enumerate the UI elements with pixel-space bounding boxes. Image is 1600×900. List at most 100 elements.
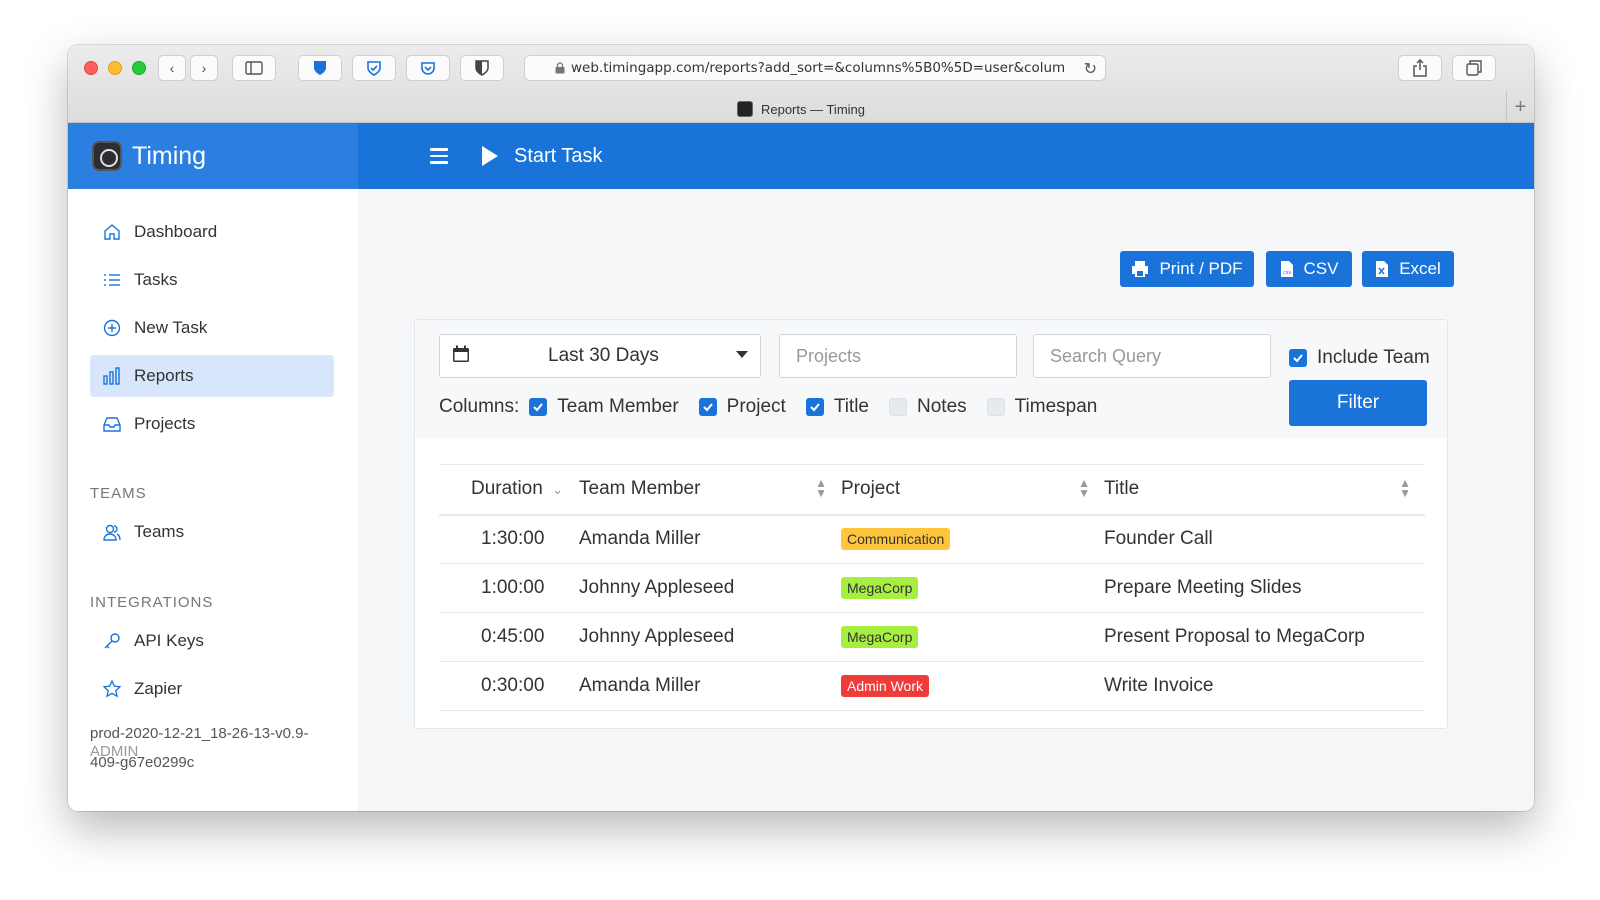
search-query-field[interactable] bbox=[1033, 334, 1271, 378]
column-header-title[interactable]: Title ▲ ▼ bbox=[1104, 464, 1425, 516]
table-row[interactable]: 1:00:00 Johnny Appleseed MegaCorp Prepare M… bbox=[439, 563, 1425, 613]
column-header-project[interactable]: Project ▲ ▼ bbox=[841, 464, 1104, 516]
address-bar[interactable]: web.timingapp.com/reports?add_sort=&colu… bbox=[524, 55, 1106, 81]
checkbox-checked-icon bbox=[698, 398, 717, 416]
report-table: Duration ⌄ Team Member ▲▼ Project ▲▼ T bbox=[439, 464, 1425, 711]
project-badge[interactable]: MegaCorp bbox=[841, 577, 919, 599]
back-button[interactable]: ‹ bbox=[158, 55, 186, 81]
brand[interactable]: Timing bbox=[68, 123, 358, 189]
date-range-select[interactable]: Last 30 Days bbox=[439, 334, 761, 378]
sidebar-toggle-button[interactable] bbox=[232, 55, 276, 81]
date-range-value: Last 30 Days bbox=[548, 345, 659, 366]
column-team-member-checkbox[interactable]: Team Member bbox=[529, 396, 679, 418]
start-task-button[interactable]: Start Task bbox=[482, 123, 603, 189]
filter-form: Last 30 Days Include Team Filter Co bbox=[415, 320, 1447, 438]
print-pdf-button[interactable]: Print / PDF bbox=[1120, 251, 1254, 287]
title-cell: Present Proposal to MegaCorp bbox=[1104, 612, 1425, 662]
checkbox-unchecked-icon bbox=[986, 398, 1005, 416]
report-panel: Last 30 Days Include Team Filter Co bbox=[414, 319, 1448, 729]
lock-icon bbox=[555, 62, 565, 74]
checkbox-unchecked-icon bbox=[889, 398, 908, 416]
star-icon bbox=[102, 679, 122, 699]
sidebar-item-label: Projects bbox=[134, 414, 196, 433]
project-badge[interactable]: Admin Work bbox=[841, 675, 929, 697]
column-notes-checkbox[interactable]: Notes bbox=[889, 396, 967, 418]
hamburger-icon bbox=[430, 148, 448, 151]
browser-window: ‹ › web.timingapp.com/reports?add_sort=&… bbox=[68, 45, 1534, 811]
column-option-label: Team Member bbox=[557, 396, 679, 417]
team-member-cell: Johnny Appleseed bbox=[579, 612, 841, 662]
checkbox-checked-icon bbox=[805, 398, 824, 416]
include-team-checkbox[interactable]: Include Team bbox=[1289, 347, 1430, 369]
tab-title: Reports — Timing bbox=[760, 101, 866, 117]
share-icon bbox=[1413, 59, 1427, 77]
column-header-duration[interactable]: Duration ⌄ bbox=[439, 464, 579, 516]
sort-icon: ▲ ▼ bbox=[1078, 476, 1090, 501]
chevron-left-icon: ‹ bbox=[169, 60, 175, 76]
main-content: Print / PDF csv CSV Excel Last 30 Days P… bbox=[358, 189, 1534, 811]
key-icon bbox=[102, 631, 122, 651]
privacy-extension-button[interactable] bbox=[460, 55, 504, 81]
forward-button[interactable]: › bbox=[190, 55, 218, 81]
reload-icon[interactable]: ↻ bbox=[1084, 59, 1097, 79]
plus-circle-icon bbox=[102, 318, 122, 338]
sidebar-icon bbox=[245, 61, 263, 75]
pocket-icon bbox=[421, 62, 435, 75]
checkbox-checked-icon bbox=[529, 398, 548, 416]
tab-overview-button[interactable] bbox=[1452, 55, 1496, 81]
share-button[interactable] bbox=[1398, 55, 1442, 81]
sidebar-item-new-task[interactable]: New Task bbox=[90, 307, 334, 349]
projects-field[interactable] bbox=[779, 334, 1017, 378]
home-icon bbox=[102, 222, 122, 242]
project-cell: Communication bbox=[841, 514, 1104, 564]
table-row[interactable]: 0:30:00 Amanda Miller Admin Work Write Invo… bbox=[439, 661, 1425, 711]
sidebar-item-projects[interactable]: Projects bbox=[90, 403, 334, 445]
column-option-label: Notes bbox=[917, 396, 967, 417]
project-cell: MegaCorp bbox=[841, 612, 1104, 662]
close-window-button[interactable] bbox=[84, 61, 98, 75]
sidebar-item-zapier[interactable]: Zapier bbox=[90, 668, 334, 710]
column-header-team-member[interactable]: Team Member ▲ ▼ bbox=[579, 464, 841, 516]
url-text: web.timingapp.com/reports?add_sort=&colu… bbox=[571, 60, 1066, 76]
table-header-row: Duration ⌄ Team Member ▲▼ Project ▲▼ T bbox=[439, 464, 1425, 516]
app-header: Timing Start Task bbox=[68, 123, 1534, 189]
active-tab[interactable]: Reports — Timing bbox=[68, 96, 1534, 122]
column-option-label: Title bbox=[833, 396, 870, 417]
column-timespan-checkbox[interactable]: Timespan bbox=[986, 396, 1097, 418]
title-cell: Founder Call bbox=[1104, 514, 1425, 564]
browser-toolbar: ‹ › web.timingapp.com/reports?add_sort=&… bbox=[68, 45, 1534, 123]
table-row[interactable]: 0:45:00 Johnny Appleseed MegaCorp Present P… bbox=[439, 612, 1425, 662]
project-cell: Admin Work bbox=[841, 661, 1104, 711]
sidebar-item-tasks[interactable]: Tasks bbox=[90, 259, 334, 301]
sidebar-item-teams[interactable]: Teams bbox=[90, 511, 334, 553]
sidebar-item-reports[interactable]: Reports bbox=[90, 355, 334, 397]
sidebar-item-label: Zapier bbox=[134, 679, 183, 698]
project-badge[interactable]: Communication bbox=[841, 528, 951, 551]
pocket-extension-button[interactable] bbox=[406, 55, 450, 81]
filter-button[interactable]: Filter bbox=[1289, 380, 1427, 426]
svg-text:csv: csv bbox=[1283, 270, 1291, 276]
column-project-checkbox[interactable]: Project bbox=[698, 396, 786, 418]
adguard-extension-button[interactable] bbox=[352, 55, 396, 81]
projects-input[interactable] bbox=[796, 345, 1016, 367]
zoom-window-button[interactable] bbox=[132, 61, 146, 75]
title-cell: Prepare Meeting Slides bbox=[1104, 563, 1425, 613]
integrations-section-label: INTEGRATIONS bbox=[90, 594, 214, 611]
minimize-window-button[interactable] bbox=[108, 61, 122, 75]
checkbox-checked-icon bbox=[1289, 349, 1307, 367]
table-row[interactable]: 1:30:00 Amanda Miller Communication Founder… bbox=[439, 514, 1425, 564]
bitwarden-extension-button[interactable] bbox=[298, 55, 342, 81]
project-badge[interactable]: MegaCorp bbox=[841, 626, 919, 648]
play-icon bbox=[482, 146, 498, 166]
new-tab-button[interactable]: + bbox=[1506, 91, 1534, 123]
excel-button[interactable]: Excel bbox=[1362, 251, 1454, 287]
csv-button[interactable]: csv CSV bbox=[1266, 251, 1352, 287]
menu-toggle-button[interactable] bbox=[430, 144, 448, 168]
column-title-checkbox[interactable]: Title bbox=[805, 396, 870, 418]
columns-options: Columns: Team Member Project Title Notes… bbox=[439, 396, 1117, 418]
caret-down-icon bbox=[736, 351, 748, 358]
search-query-input[interactable] bbox=[1050, 345, 1270, 367]
sidebar-item-api-keys[interactable]: API Keys bbox=[90, 620, 334, 662]
sort-icon: ▲ ▼ bbox=[815, 476, 827, 501]
sidebar-item-dashboard[interactable]: Dashboard bbox=[90, 211, 334, 253]
